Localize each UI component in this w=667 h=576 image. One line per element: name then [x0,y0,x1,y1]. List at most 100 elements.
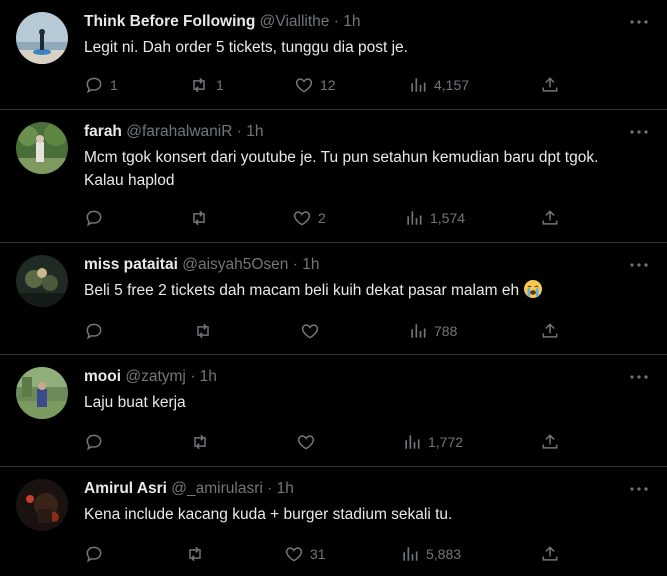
timestamp[interactable]: 1h [277,480,294,497]
reply-icon [86,434,102,451]
reply-button[interactable] [84,319,110,343]
tweet[interactable]: Amirul Asri @_amirulasri · 1h Kena inclu… [0,467,667,576]
like-button[interactable] [296,430,322,454]
like-button[interactable]: 12 [294,73,336,97]
timestamp[interactable]: 1h [302,256,319,273]
share-icon [542,323,558,338]
views-button[interactable]: 5,883 [400,542,461,566]
share-button[interactable] [540,542,560,566]
heart-icon [295,78,313,93]
views-button[interactable]: 1,574 [404,206,465,230]
tweet-text: Kena include kacang kuda + burger stadiu… [84,506,453,523]
tweet-text-content: Beli 5 free 2 tickets dah macam beli kui… [84,282,520,299]
tweet[interactable]: mooi @zatymj · 1h Laju buat kerja 1,772 [0,355,667,467]
heart-icon [293,211,311,226]
views-icon [403,547,418,561]
tweet-text: Legit ni. Dah order 5 tickets, tunggu di… [84,39,408,56]
share-icon [542,77,558,92]
avatar[interactable] [16,367,68,419]
heart-icon [285,547,303,562]
timestamp[interactable]: 1h [343,13,360,30]
retweet-icon [193,210,205,226]
reply-icon [86,77,102,94]
loudly-crying-face-icon [524,280,543,298]
separator: · [333,13,339,30]
retweet-icon [189,546,201,562]
like-button[interactable]: 2 [292,206,326,230]
tweet[interactable]: Think Before Following @Viallithe · 1h L… [0,0,667,110]
share-icon [542,434,558,449]
retweet-button[interactable] [192,319,220,343]
views-button[interactable]: 4,157 [408,73,469,97]
more-options-icon[interactable] [629,122,649,142]
tweet[interactable]: miss pataitai @aisyah5Osen · 1h Beli 5 f… [0,243,667,355]
view-count: 1,772 [428,434,464,450]
like-count: 12 [320,77,336,93]
tweet-header: miss pataitai @aisyah5Osen · 1h [84,255,607,275]
heart-icon [297,435,315,450]
username[interactable]: @zatymj [125,368,186,385]
display-name[interactable]: Amirul Asri [84,480,167,497]
reply-button[interactable] [84,206,110,230]
tweet-header: Amirul Asri @_amirulasri · 1h [84,479,607,499]
retweet-button[interactable] [184,542,212,566]
views-button[interactable]: 788 [408,319,457,343]
view-count: 4,157 [434,77,470,93]
avatar[interactable] [16,12,68,64]
tweet-header: mooi @zatymj · 1h [84,367,607,387]
avatar[interactable] [16,255,68,307]
retweet-icon [197,323,209,339]
like-button[interactable] [300,319,326,343]
heart-icon [301,324,319,339]
reply-button[interactable] [84,542,110,566]
username[interactable]: @aisyah5Osen [182,256,288,273]
views-button[interactable]: 1,772 [402,430,463,454]
username[interactable]: @Viallithe [260,13,330,30]
reply-icon [86,546,102,563]
action-bar: 1,772 [84,430,647,454]
share-button[interactable] [540,206,560,230]
tweet-header: Think Before Following @Viallithe · 1h [84,12,607,32]
views-icon [407,211,422,225]
avatar[interactable] [16,122,68,174]
retweet-button[interactable]: 1 [188,73,224,97]
tweet-text: Beli 5 free 2 tickets dah macam beli kui… [84,279,637,302]
reply-icon [86,210,102,227]
retweet-button[interactable] [188,206,216,230]
more-options-icon[interactable] [629,255,649,275]
retweet-button[interactable] [189,430,217,454]
tweet-text: Laju buat kerja [84,394,186,411]
separator: · [292,256,298,273]
username[interactable]: @farahalwaniR [126,123,232,140]
display-name[interactable]: miss pataitai [84,256,178,273]
reply-button[interactable]: 1 [84,73,118,97]
username[interactable]: @_amirulasri [171,480,263,497]
action-bar: 788 [84,319,647,343]
tweet-text: Mcm tgok konsert dari youtube je. Tu pun… [84,149,599,189]
more-options-icon[interactable] [629,479,649,499]
retweet-count: 1 [216,77,224,93]
action-bar: 1 1 12 4,157 [84,73,647,97]
retweet-icon [193,77,205,93]
separator: · [236,123,242,140]
share-button[interactable] [540,430,560,454]
like-button[interactable]: 31 [284,542,326,566]
reply-button[interactable] [84,430,110,454]
avatar[interactable] [16,479,68,531]
share-button[interactable] [540,319,560,343]
view-count: 1,574 [430,210,466,226]
views-icon [411,78,426,92]
view-count: 788 [434,323,458,339]
display-name[interactable]: mooi [84,368,121,385]
share-button[interactable] [540,73,560,97]
tweet[interactable]: farah @farahalwaniR · 1h Mcm tgok konser… [0,110,667,243]
timestamp[interactable]: 1h [200,368,217,385]
more-options-icon[interactable] [629,367,649,387]
display-name[interactable]: Think Before Following [84,13,255,30]
more-options-icon[interactable] [629,12,649,32]
timestamp[interactable]: 1h [246,123,263,140]
display-name[interactable]: farah [84,123,122,140]
view-count: 5,883 [426,546,462,562]
reply-icon [86,323,102,340]
views-icon [411,324,426,338]
